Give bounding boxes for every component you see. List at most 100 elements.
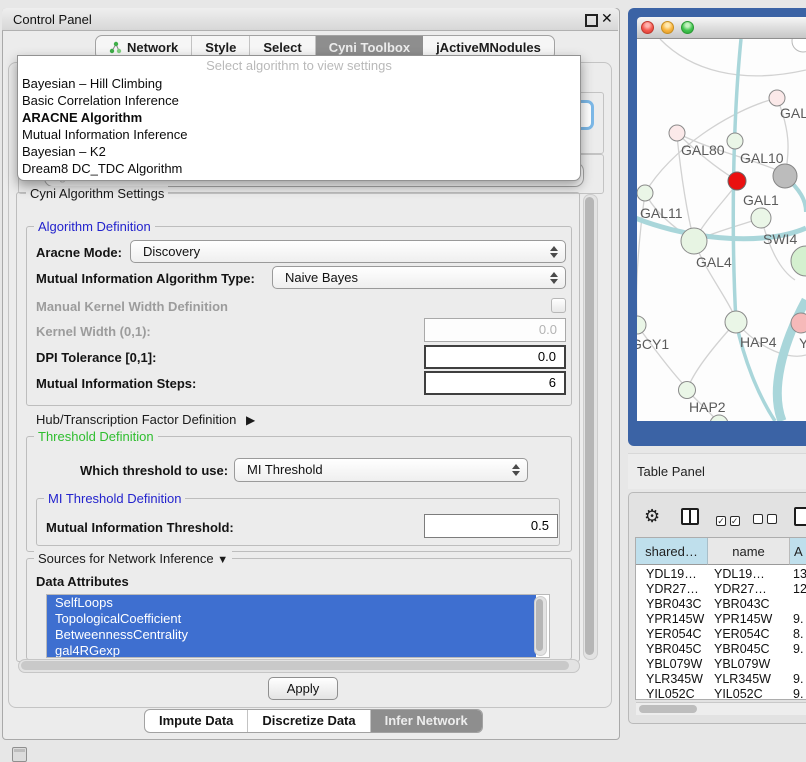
attributes-scrollbar-thumb[interactable] — [536, 599, 543, 651]
table-row[interactable]: YDR27… YDR27… 12 — [636, 582, 806, 597]
mi-threshold-label: Mutual Information Threshold: — [46, 520, 234, 535]
cell-value: 12 — [793, 582, 806, 597]
split-columns-icon[interactable] — [681, 508, 699, 525]
combo-spinner-icon — [511, 464, 519, 476]
mi-threshold-field[interactable]: 0.5 — [424, 514, 558, 538]
attribute-item[interactable]: TopologicalCoefficient — [47, 611, 536, 627]
attribute-item[interactable]: gal4RGexp — [47, 643, 536, 658]
manual-kernel-checkbox[interactable] — [551, 298, 566, 313]
node-label: Y — [799, 335, 806, 351]
attribute-item[interactable]: BetweennessCentrality — [47, 627, 536, 643]
table-row[interactable]: YPR145WYPR145W9. — [636, 612, 806, 627]
attributes-scrollbar[interactable] — [534, 596, 547, 656]
close-icon[interactable]: ✕ — [601, 10, 613, 27]
attribute-item[interactable]: SelfLoops — [47, 595, 536, 611]
settings-hscrollbar[interactable] — [18, 659, 580, 673]
settings-hscrollbar-thumb[interactable] — [21, 661, 569, 670]
cell-name: YDL19… — [714, 567, 765, 582]
table-row[interactable]: YDL19…YDL19…13 — [636, 567, 806, 582]
mi-steps-field[interactable]: 6 — [424, 371, 566, 395]
node-gcy1[interactable] — [637, 316, 646, 334]
settings-scrollbar[interactable] — [583, 194, 598, 660]
threshold-definition-title: Threshold Definition — [34, 429, 158, 444]
cyni-algorithm-settings-title: Cyni Algorithm Settings — [26, 186, 168, 201]
gear-icon[interactable]: ⚙ — [644, 507, 660, 525]
tab-discretize-data[interactable]: Discretize Data — [248, 710, 370, 732]
table-row[interactable]: YBL079WYBL079W — [636, 657, 806, 672]
column-header-cut[interactable]: A — [790, 538, 806, 565]
algorithm-option[interactable]: Basic Correlation Inference — [18, 92, 580, 109]
node-unlabeled[interactable] — [792, 39, 806, 52]
which-threshold-combo[interactable]: MI Threshold — [234, 458, 528, 482]
kernel-width-field[interactable]: 0.0 — [424, 318, 566, 342]
node-gal-cut[interactable] — [769, 90, 785, 106]
float-window-icon[interactable] — [585, 14, 598, 27]
mi-type-label: Mutual Information Algorithm Type: — [36, 271, 255, 286]
hub-definition-toggle[interactable]: Hub/Transcription Factor Definition ▶ — [36, 412, 255, 427]
kernel-width-value: 0.0 — [539, 322, 557, 337]
node-gal10[interactable] — [727, 133, 743, 149]
new-table-icon[interactable] — [794, 507, 806, 526]
close-traffic-light-icon[interactable] — [641, 21, 654, 34]
table-hscrollbar[interactable] — [636, 702, 806, 715]
network-canvas[interactable]: GAL GAL80 GAL10 GAL11 GAL1 SWI4 GAL4 GCY… — [637, 39, 806, 421]
table-row[interactable]: YER054CYER054C8. — [636, 627, 806, 642]
column-header-name[interactable]: name — [708, 538, 790, 565]
node-hap4[interactable] — [725, 311, 747, 333]
node-gal1[interactable] — [751, 208, 771, 228]
cell-shared: YDL19… — [646, 567, 697, 582]
node-label: HAP4 — [740, 334, 777, 350]
minimize-traffic-light-icon[interactable] — [661, 21, 674, 34]
mi-type-combo[interactable]: Naive Bayes — [272, 266, 566, 289]
algorithm-prompt: Select algorithm to view settings — [18, 56, 580, 75]
tab-impute-data-label: Impute Data — [159, 713, 233, 728]
cell-name: YIL052C — [714, 687, 763, 702]
minimized-window-icon[interactable] — [12, 747, 27, 762]
settings-scrollbar-thumb[interactable] — [585, 197, 594, 655]
control-panel-titlebar[interactable] — [2, 8, 618, 31]
dpi-tolerance-field[interactable]: 0.0 — [424, 345, 566, 369]
node-selected-red[interactable] — [728, 172, 746, 190]
manual-kernel-label: Manual Kernel Width Definition — [36, 299, 228, 314]
zoom-traffic-light-icon[interactable] — [681, 21, 694, 34]
node-gray[interactable] — [773, 164, 797, 188]
node-gal4[interactable] — [681, 228, 707, 254]
algorithm-option-highlighted[interactable]: ARACNE Algorithm — [18, 109, 580, 126]
aracne-mode-value: Discovery — [143, 244, 200, 259]
tab-infer-network[interactable]: Infer Network — [371, 710, 482, 732]
node-hap2[interactable] — [679, 382, 696, 399]
node-gal80[interactable] — [669, 125, 685, 141]
aracne-mode-combo[interactable]: Discovery — [130, 240, 566, 263]
control-panel-title: Control Panel — [13, 12, 92, 27]
checked-box-icon: ✓ — [716, 516, 726, 526]
algorithm-option[interactable]: Bayesian – K2 — [18, 143, 580, 160]
table-row[interactable]: YIL052CYIL052C9. — [636, 687, 806, 702]
cell-name: YDR27… — [714, 582, 767, 597]
select-all-columns-icon[interactable]: ✓ ✓ — [716, 512, 740, 527]
checked-box-icon: ✓ — [730, 516, 740, 526]
table-panel-title: Table Panel — [637, 464, 705, 479]
table-row[interactable]: YLR345WYLR345W9. — [636, 672, 806, 687]
node-swi4[interactable] — [791, 246, 806, 276]
algorithm-option[interactable]: Mutual Information Inference — [18, 126, 580, 143]
cell-shared: YLR345W — [646, 672, 703, 687]
node-gal11[interactable] — [637, 185, 653, 201]
apply-button[interactable]: Apply — [268, 677, 338, 700]
algorithm-option[interactable]: Dream8 DC_TDC Algorithm — [18, 160, 580, 177]
mi-steps-label: Mutual Information Steps: — [36, 376, 196, 391]
cell-value: 9. — [793, 687, 803, 702]
data-attributes-list: SelfLoops TopologicalCoefficient Between… — [46, 594, 550, 658]
column-header-shared[interactable]: shared… — [636, 538, 708, 565]
tab-impute-data[interactable]: Impute Data — [145, 710, 248, 732]
deselect-all-columns-icon[interactable] — [753, 512, 777, 527]
cell-shared: YDR27… — [646, 582, 699, 597]
table-row[interactable]: YBR043CYBR043C — [636, 597, 806, 612]
node-pink[interactable] — [791, 313, 806, 333]
sources-title[interactable]: Sources for Network Inference ▼ — [34, 551, 232, 566]
algorithm-option[interactable]: Bayesian – Hill Climbing — [18, 75, 580, 92]
cell-name: YBR043C — [714, 597, 770, 612]
table-row[interactable]: YBR045CYBR045C9. — [636, 642, 806, 657]
table-hscrollbar-thumb[interactable] — [639, 705, 697, 713]
sources-title-label: Sources for Network Inference — [38, 551, 214, 566]
cell-name: YPR145W — [714, 612, 772, 627]
